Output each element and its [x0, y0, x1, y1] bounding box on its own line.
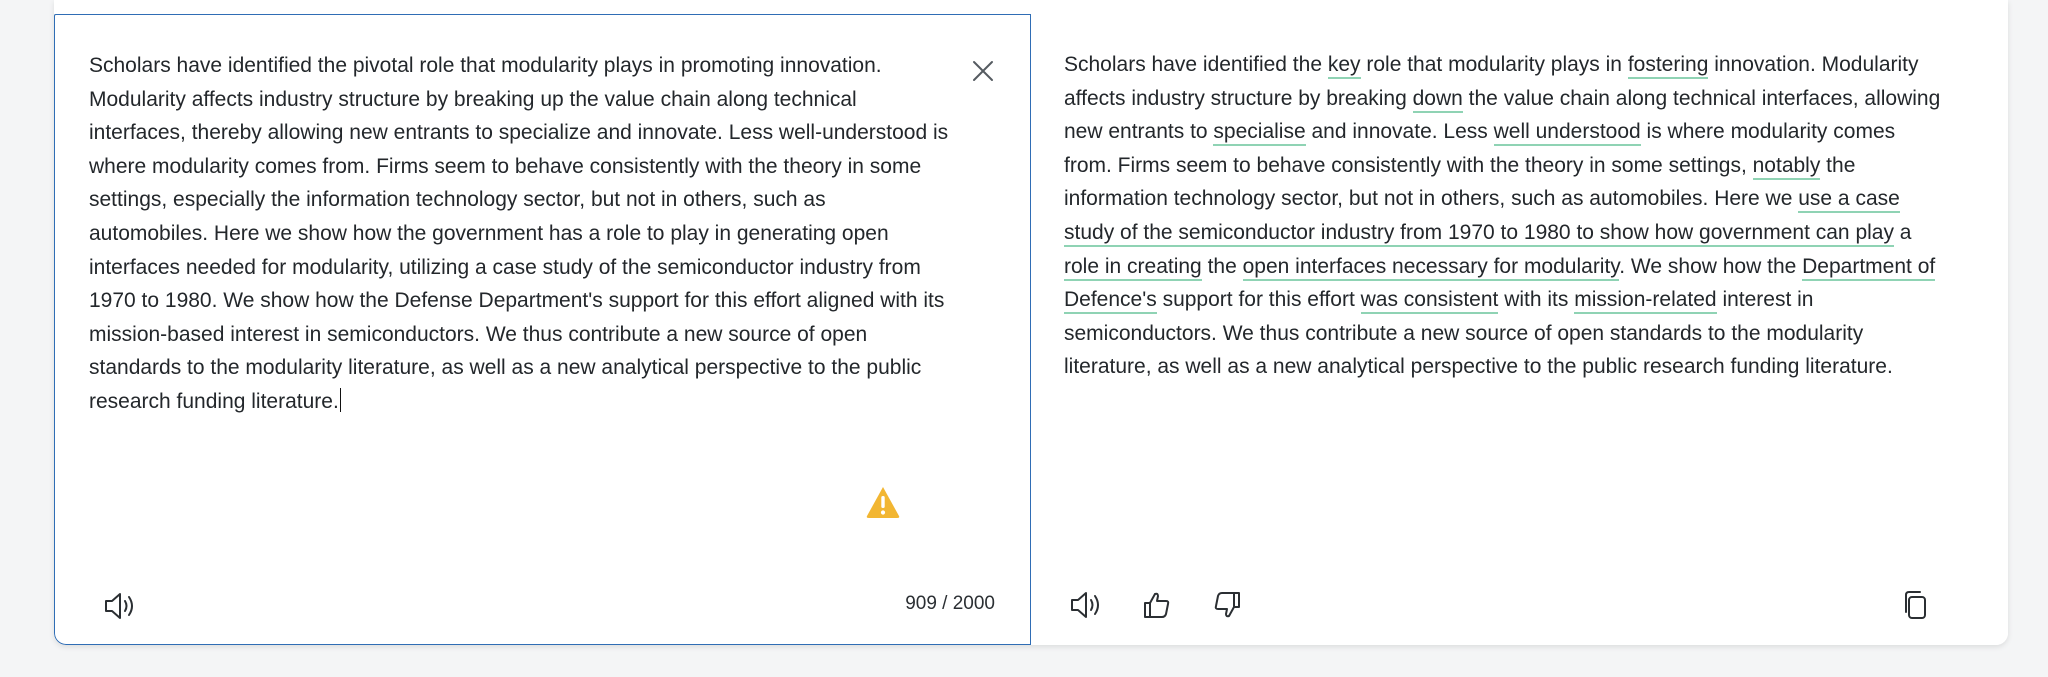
changed-phrase[interactable]: well understood	[1493, 120, 1641, 147]
target-text-segment: with its	[1498, 288, 1575, 312]
source-pane[interactable]: Scholars have identified the pivotal rol…	[54, 14, 1031, 645]
warning-icon[interactable]	[865, 485, 901, 519]
clear-text-button[interactable]	[964, 52, 1002, 90]
target-text-segment: . We show how the	[1619, 254, 1803, 278]
target-text: Scholars have identified the key role th…	[1064, 48, 1944, 384]
translator-card: Scholars have identified the pivotal rol…	[54, 0, 2008, 645]
changed-phrase[interactable]: down	[1412, 86, 1463, 113]
target-listen-button[interactable]	[1065, 583, 1109, 627]
target-text-segment: and innovate. Less	[1305, 120, 1494, 144]
source-text: Scholars have identified the pivotal rol…	[89, 54, 949, 413]
speaker-icon	[1071, 592, 1099, 618]
thumbs-down-icon	[1214, 592, 1240, 618]
character-counter: 909 / 2000	[905, 593, 995, 614]
target-text-segment: Scholars have identified the	[1064, 53, 1328, 76]
changed-phrase[interactable]: notably	[1752, 153, 1821, 180]
source-listen-button[interactable]	[99, 584, 143, 628]
target-text-segment: the	[1201, 254, 1243, 278]
source-text-area[interactable]: Scholars have identified the pivotal rol…	[89, 49, 949, 419]
thumbs-down-button[interactable]	[1205, 583, 1249, 627]
changed-phrase[interactable]: was consistent	[1360, 288, 1499, 315]
changed-phrase[interactable]: fostering	[1627, 53, 1709, 79]
changed-phrase[interactable]: specialise	[1213, 120, 1306, 147]
copy-icon	[1905, 591, 1926, 619]
changed-phrase[interactable]: mission-related	[1574, 288, 1717, 315]
speaker-icon	[105, 593, 133, 619]
target-text-segment: a	[1893, 220, 1912, 244]
copy-button[interactable]	[1893, 583, 1937, 627]
target-text-segment: role that modularity plays in	[1360, 53, 1628, 76]
thumbs-up-icon	[1144, 592, 1170, 618]
close-icon	[973, 61, 993, 81]
changed-phrase[interactable]: open interfaces necessary for modularity	[1242, 254, 1620, 281]
changed-phrase[interactable]: role in creating	[1064, 254, 1202, 281]
changed-phrase[interactable]: key	[1327, 53, 1361, 79]
target-text-segment: support for this effort	[1156, 288, 1361, 312]
thumbs-up-button[interactable]	[1135, 583, 1179, 627]
text-caret	[339, 387, 342, 412]
target-pane: Scholars have identified the key role th…	[1031, 14, 2008, 645]
